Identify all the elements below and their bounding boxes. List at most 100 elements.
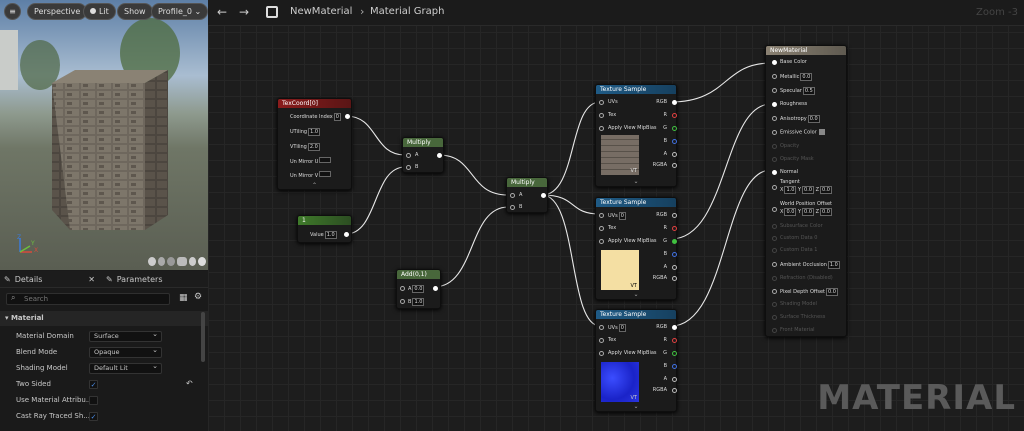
profile-dropdown[interactable]: Profile_0 ⌄ (151, 3, 208, 20)
use-material-attributes-checkbox[interactable] (89, 396, 98, 405)
metallic-pin[interactable] (772, 74, 777, 79)
plane-preview-icon[interactable] (167, 257, 176, 266)
tex3-a-pin[interactable] (672, 377, 677, 382)
tex3-g-pin[interactable] (672, 351, 677, 356)
roughness-pin[interactable] (772, 102, 777, 107)
gear-icon[interactable]: ⚙ (194, 292, 202, 302)
sphere-preview-icon[interactable] (157, 257, 166, 266)
add-node[interactable]: Add(0,1) A 0.0 B 1.0 (396, 269, 441, 309)
perspective-button[interactable]: Perspective (27, 3, 88, 20)
wpo-y-input[interactable]: 0.0 (802, 208, 814, 216)
cylinder-preview-icon[interactable] (148, 257, 156, 266)
material-graph-canvas[interactable]: ← → NewMaterial › Material Graph Zoom -3… (208, 0, 1024, 431)
texcoord-node[interactable]: TexCoord[0] Coordinate Index 0 UTiling 1.0… (277, 98, 352, 190)
tex2-uvs-pin[interactable] (599, 213, 604, 218)
specular-input[interactable]: 0.5 (802, 87, 815, 95)
tex1-r-pin[interactable] (672, 113, 677, 118)
tex2-b-pin[interactable] (672, 252, 677, 257)
tex3-rgb-pin[interactable] (672, 325, 677, 330)
tex3-b-pin[interactable] (672, 364, 677, 369)
wpo-z-input[interactable]: 0.0 (820, 208, 832, 216)
texture-sample-node-1[interactable]: Texture Sample UVs Tex Apply View MipBia… (595, 84, 677, 187)
pdo-pin[interactable] (772, 289, 777, 294)
emissive-pin[interactable] (772, 130, 777, 135)
tangent-pin[interactable] (772, 185, 777, 190)
material-preview-viewport[interactable]: Z X Y ≡ Perspective Lit Show Profile_0 ⌄ (0, 0, 208, 270)
cube-preview-icon[interactable] (177, 257, 187, 266)
constant-output-pin[interactable] (344, 232, 349, 237)
normal-pin[interactable] (772, 170, 777, 175)
tex1-uvs-pin[interactable] (599, 100, 604, 105)
constant-value-input[interactable]: 1.0 (324, 231, 337, 239)
multiply2-output-pin[interactable] (541, 193, 546, 198)
show-button[interactable]: Show (117, 3, 153, 20)
tab-details[interactable]: ✎ Details ✕ (4, 271, 99, 288)
tex2-a-pin[interactable] (672, 265, 677, 270)
tex2-apply-pin[interactable] (599, 239, 604, 244)
reset-icon[interactable]: ↶ (186, 376, 193, 392)
add-a-pin[interactable] (400, 286, 405, 291)
tangent-y-input[interactable]: 0.0 (802, 186, 814, 194)
mesh-preview-icon[interactable] (188, 257, 197, 266)
wpo-x-input[interactable]: 0.0 (784, 208, 797, 216)
add-b-pin[interactable] (400, 299, 405, 304)
multiply1-output-pin[interactable] (437, 153, 442, 158)
add-output-pin[interactable] (433, 286, 438, 291)
multiply2-a-pin[interactable] (510, 193, 515, 198)
chevron-down-icon[interactable]: ⌄ (596, 403, 676, 410)
section-header-material[interactable]: ▾ Material (0, 311, 208, 326)
tex1-b-pin[interactable] (672, 139, 677, 144)
chevron-up-icon[interactable]: ⌃ (278, 182, 351, 189)
tex1-a-pin[interactable] (672, 152, 677, 157)
wpo-pin[interactable] (772, 207, 777, 212)
tex1-tex-pin[interactable] (599, 113, 604, 118)
tangent-z-input[interactable]: 0.0 (820, 186, 832, 194)
grid-view-icon[interactable]: ▦ (179, 293, 188, 303)
metallic-input[interactable]: 0.0 (800, 73, 813, 81)
anisotropy-input[interactable]: 0.0 (807, 115, 820, 123)
multiply1-b-pin[interactable] (406, 165, 411, 170)
vtiling-input[interactable]: 2.0 (307, 143, 320, 151)
add-a-input[interactable]: 0.0 (412, 285, 425, 293)
tex1-g-pin[interactable] (672, 126, 677, 131)
texcoord-output-pin[interactable] (345, 114, 350, 119)
tex1-rgb-pin[interactable] (672, 100, 677, 105)
texture-sample-node-2[interactable]: Texture Sample UVs 0 Tex Apply View MipBi… (595, 197, 677, 300)
material-domain-select[interactable]: Surface (89, 330, 162, 342)
tex3-apply-pin[interactable] (599, 351, 604, 356)
multiply2-b-pin[interactable] (510, 205, 515, 210)
cast-ray-traced-checkbox[interactable]: ✓ (89, 412, 98, 421)
add-b-input[interactable]: 1.0 (412, 298, 425, 306)
multiply1-a-pin[interactable] (406, 153, 411, 158)
chevron-down-icon[interactable]: ⌄ (596, 178, 676, 185)
two-sided-checkbox[interactable]: ✓ (89, 380, 98, 389)
coordinate-index-input[interactable]: 0 (333, 113, 341, 121)
blend-mode-select[interactable]: Opaque (89, 346, 162, 358)
tex2-rgb-pin[interactable] (672, 213, 677, 218)
details-scrollbar[interactable] (201, 312, 205, 362)
constant-node[interactable]: 1 Value 1.0 (297, 215, 352, 243)
tex2-rgba-pin[interactable] (672, 276, 677, 281)
tex1-apply-pin[interactable] (599, 126, 604, 131)
tex3-uvs-input[interactable]: 0 (618, 324, 626, 332)
emissive-swatch[interactable] (818, 129, 825, 135)
tex2-uvs-input[interactable]: 0 (618, 212, 626, 220)
tex1-rgba-pin[interactable] (672, 163, 677, 168)
tangent-x-input[interactable]: 1.0 (784, 186, 797, 194)
lit-button[interactable]: Lit (83, 3, 116, 20)
close-tab-icon[interactable]: ✕ (88, 271, 95, 288)
specular-pin[interactable] (772, 88, 777, 93)
anisotropy-pin[interactable] (772, 116, 777, 121)
ao-input[interactable]: 1.0 (827, 261, 840, 269)
chevron-down-icon[interactable]: ⌄ (596, 291, 676, 298)
tex2-tex-pin[interactable] (599, 226, 604, 231)
pdo-input[interactable]: 0.0 (826, 288, 838, 296)
tex3-uvs-pin[interactable] (599, 325, 604, 330)
tex2-r-pin[interactable] (672, 226, 677, 231)
tex2-g-pin[interactable] (672, 239, 677, 244)
utiling-input[interactable]: 1.0 (308, 128, 321, 136)
tex3-tex-pin[interactable] (599, 338, 604, 343)
search-input[interactable]: ⌕ Search (6, 293, 170, 305)
shading-model-select[interactable]: Default Lit (89, 362, 162, 374)
tex3-r-pin[interactable] (672, 338, 677, 343)
